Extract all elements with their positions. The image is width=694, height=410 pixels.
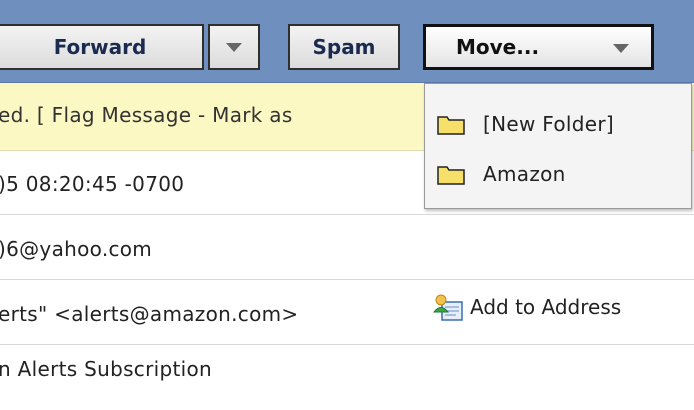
menu-item-label: Amazon xyxy=(483,162,566,186)
forward-button[interactable]: Forward xyxy=(0,24,204,70)
add-to-address-book-link[interactable]: Add to Address xyxy=(432,292,621,322)
menu-item-new-folder[interactable]: [New Folder] xyxy=(437,106,614,142)
flag-message-text[interactable]: ed. [ Flag Message - Mark as xyxy=(0,103,293,127)
address-book-icon xyxy=(432,294,463,321)
menu-item-label: [New Folder] xyxy=(483,112,614,136)
forward-options-button[interactable] xyxy=(208,24,260,70)
menu-item-amazon[interactable]: Amazon xyxy=(437,156,566,192)
message-date: )5 08:20:45 -0700 xyxy=(0,172,185,196)
add-to-address-label: Add to Address xyxy=(470,295,622,319)
subject-row: n Alerts Subscription xyxy=(0,345,694,410)
to-row: )6@yahoo.com xyxy=(0,215,694,280)
move-button-label: Move... xyxy=(456,35,540,59)
chevron-down-icon xyxy=(226,42,242,52)
from-row: erts" <alerts@amazon.com> Add to Address xyxy=(0,280,694,345)
message-to-address: )6@yahoo.com xyxy=(0,237,153,261)
chevron-down-icon xyxy=(613,44,629,53)
message-from-address: erts" <alerts@amazon.com> xyxy=(0,302,299,326)
move-folder-menu: [New Folder] Amazon xyxy=(424,83,692,209)
forward-button-label: Forward xyxy=(53,35,147,59)
message-toolbar: Forward Spam Move... xyxy=(0,0,694,83)
move-button[interactable]: Move... xyxy=(423,24,654,70)
spam-button-label: Spam xyxy=(312,35,376,59)
spam-button[interactable]: Spam xyxy=(288,24,400,70)
folder-icon xyxy=(437,116,465,135)
message-subject: n Alerts Subscription xyxy=(0,357,212,381)
folder-icon xyxy=(437,166,465,185)
